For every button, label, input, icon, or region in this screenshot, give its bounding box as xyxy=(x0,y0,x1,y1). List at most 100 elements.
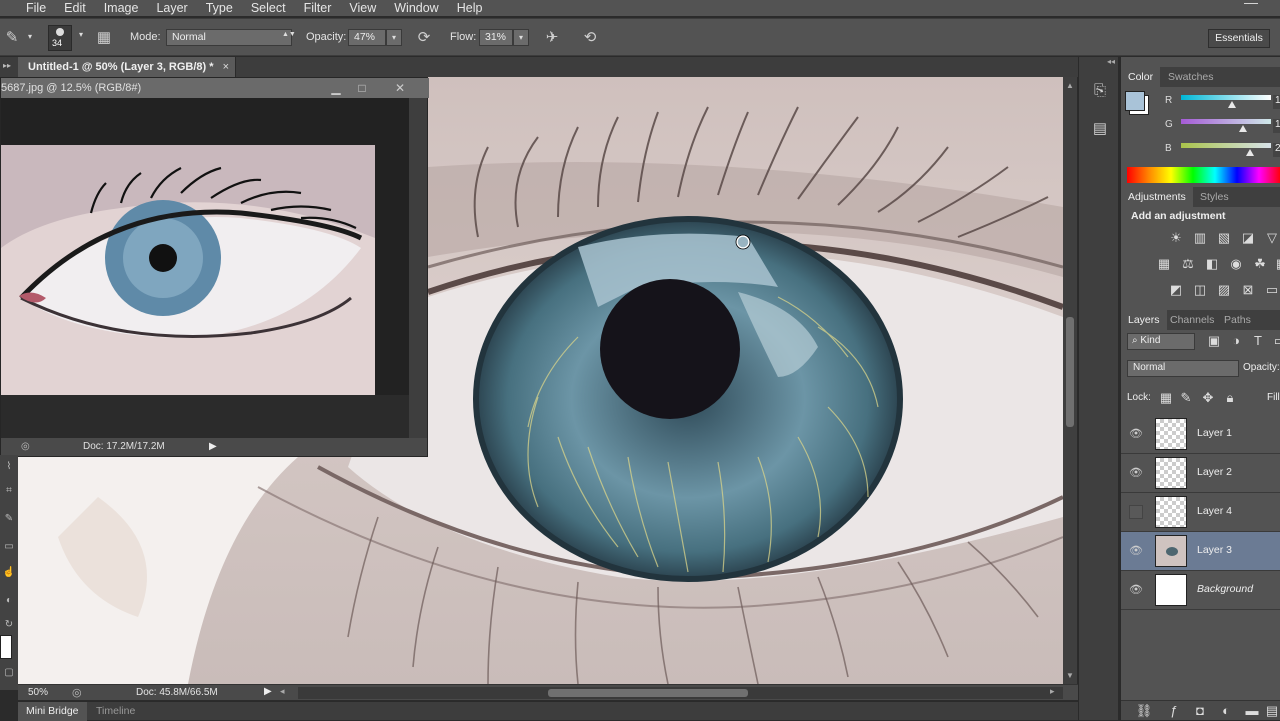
filter-type-icon[interactable]: T xyxy=(1249,332,1267,350)
menu-layer[interactable]: Layer xyxy=(147,0,196,16)
scroll-up-arrow-icon[interactable]: ▲ xyxy=(1063,81,1077,90)
opacity-input[interactable]: 47% xyxy=(348,29,386,46)
window-maximize-icon[interactable]: □ xyxy=(349,78,375,98)
blue-value[interactable]: 2 xyxy=(1273,143,1280,157)
blue-slider-thumb[interactable] xyxy=(1246,149,1254,156)
lock-pixels-icon[interactable]: ✎ xyxy=(1177,389,1195,407)
new-layer-icon[interactable]: ▤ xyxy=(1263,702,1280,720)
foreground-color-swatch[interactable] xyxy=(0,635,12,659)
scroll-right-arrow-icon[interactable]: ▸ xyxy=(1050,686,1055,697)
green-value[interactable]: 1 xyxy=(1273,119,1280,133)
blue-slider[interactable] xyxy=(1181,143,1271,148)
black-white-icon[interactable]: ◧ xyxy=(1203,255,1221,273)
pressure-size-icon[interactable]: ⟲ xyxy=(580,28,600,48)
window-close-icon[interactable]: ✕ xyxy=(387,78,413,98)
vibrance-adjust-icon[interactable]: ▽ xyxy=(1263,229,1280,247)
workspace-switcher[interactable]: Essentials xyxy=(1208,29,1270,48)
menu-help[interactable]: Help xyxy=(448,0,492,16)
color-lookup-icon[interactable]: ▦ xyxy=(1273,255,1280,273)
pressure-opacity-icon[interactable]: ⟳ xyxy=(414,28,434,48)
exposure-adjust-icon[interactable]: ◪ xyxy=(1239,229,1257,247)
layer-row-layer-4[interactable]: Layer 4 xyxy=(1121,493,1280,532)
filter-shape-icon[interactable]: ▭ xyxy=(1271,332,1280,350)
flow-input[interactable]: 31% xyxy=(479,29,513,46)
quick-mask-icon[interactable]: ▢ xyxy=(2,667,16,681)
brush-preset-picker[interactable]: 34 xyxy=(48,25,72,51)
document-tab-close-icon[interactable]: × xyxy=(223,57,229,77)
window-minimize-icon[interactable]: ▁ xyxy=(323,78,349,98)
tab-mini-bridge[interactable]: Mini Bridge xyxy=(18,702,87,721)
expand-panels-icon[interactable]: ◂◂ xyxy=(1107,57,1115,66)
menu-view[interactable]: View xyxy=(340,0,385,16)
scroll-down-arrow-icon[interactable]: ▼ xyxy=(1063,671,1077,680)
invert-icon[interactable]: ◩ xyxy=(1167,281,1185,299)
tab-layers[interactable]: Layers xyxy=(1121,310,1167,330)
color-balance-icon[interactable]: ⚖ xyxy=(1179,255,1197,273)
scroll-thumb[interactable] xyxy=(1066,317,1074,427)
tab-timeline[interactable]: Timeline xyxy=(88,702,143,721)
lock-position-icon[interactable]: ✥ xyxy=(1199,389,1217,407)
canvas-horizontal-scrollbar[interactable] xyxy=(298,687,1063,699)
tab-channels[interactable]: Channels xyxy=(1163,310,1221,330)
menu-select[interactable]: Select xyxy=(242,0,295,16)
document-tab[interactable]: Untitled-1 @ 50% (Layer 3, RGB/8) * × xyxy=(18,57,236,77)
menu-edit[interactable]: Edit xyxy=(55,0,95,16)
blend-mode-select[interactable]: Normal xyxy=(1127,360,1239,377)
hue-saturation-icon[interactable]: ▦ xyxy=(1155,255,1173,273)
opacity-dropdown[interactable]: ▾ xyxy=(386,29,402,46)
posterize-icon[interactable]: ◫ xyxy=(1191,281,1209,299)
status-menu-arrow-icon-main[interactable]: ▶ xyxy=(264,686,272,697)
photo-filter-icon[interactable]: ◉ xyxy=(1227,255,1245,273)
eraser-tool-icon[interactable]: ▭ xyxy=(2,541,16,555)
tab-paths[interactable]: Paths xyxy=(1217,310,1258,330)
red-slider[interactable] xyxy=(1181,95,1271,100)
visibility-eye-icon[interactable]: 👁︎ xyxy=(1129,544,1143,558)
green-slider[interactable] xyxy=(1181,119,1271,124)
visibility-toggle-off[interactable] xyxy=(1129,505,1143,519)
menu-window[interactable]: Window xyxy=(385,0,447,16)
new-adjustment-icon[interactable]: ◐ xyxy=(1217,702,1235,720)
layer-filter-select[interactable]: ⌕ Kind xyxy=(1127,333,1195,350)
status-info-icon-main[interactable]: ◎ xyxy=(72,686,82,699)
selective-color-icon[interactable]: ⊠ xyxy=(1239,281,1257,299)
new-group-icon[interactable]: ▬ xyxy=(1243,702,1261,720)
airbrush-icon[interactable]: ✈ xyxy=(542,28,562,48)
mode-select[interactable]: Normal xyxy=(166,29,292,46)
tab-swatches[interactable]: Swatches xyxy=(1161,67,1221,87)
visibility-eye-icon[interactable]: 👁︎ xyxy=(1129,583,1143,597)
collapse-icon[interactable]: ▸▸ xyxy=(3,61,11,70)
channel-mixer-icon[interactable]: ☘ xyxy=(1251,255,1269,273)
layer-style-fx-icon[interactable]: ƒ xyxy=(1165,702,1183,720)
brush-tool-icon[interactable]: ✎ xyxy=(2,28,22,48)
lasso-tool-icon[interactable]: ⌇ xyxy=(2,461,16,475)
dodge-tool-icon[interactable]: ◐ xyxy=(2,595,16,609)
layer-row-layer-3[interactable]: 👁︎ Layer 3 xyxy=(1121,532,1280,571)
lock-transparency-icon[interactable]: ▦ xyxy=(1157,389,1175,407)
crop-tool-icon[interactable]: ⌗ xyxy=(2,485,16,499)
smudge-tool-icon[interactable]: ☝ xyxy=(2,567,16,581)
canvas-vertical-scrollbar[interactable]: ▲ ▼ xyxy=(1063,77,1077,684)
color-spectrum-ramp[interactable] xyxy=(1127,167,1280,183)
layer-row-layer-1[interactable]: 👁︎ Layer 1 xyxy=(1121,415,1280,454)
visibility-eye-icon[interactable]: 👁︎ xyxy=(1129,427,1143,441)
reference-window-scrollbar[interactable] xyxy=(409,98,427,438)
link-layers-icon[interactable]: ⛓ xyxy=(1135,702,1153,720)
brightness-adjust-icon[interactable]: ☀ xyxy=(1167,229,1185,247)
scroll-left-arrow-icon[interactable]: ◂ xyxy=(280,686,285,697)
levels-adjust-icon[interactable]: ▥ xyxy=(1191,229,1209,247)
reference-window-titlebar[interactable]: 5687.jpg @ 12.5% (RGB/8#) ▁ □ ✕ xyxy=(1,78,429,98)
add-mask-icon[interactable]: ◘ xyxy=(1191,702,1209,720)
filter-image-icon[interactable]: ▣ xyxy=(1205,332,1223,350)
zoom-level[interactable]: 50% xyxy=(28,687,60,699)
rotate-tool-icon[interactable]: ↻ xyxy=(2,619,16,633)
curves-adjust-icon[interactable]: ▧ xyxy=(1215,229,1233,247)
status-info-icon[interactable]: ◎ xyxy=(21,438,30,456)
menu-image[interactable]: Image xyxy=(95,0,148,16)
tab-adjustments[interactable]: Adjustments xyxy=(1121,187,1193,207)
tool-preset-dropdown[interactable]: ▾ xyxy=(22,29,38,46)
hscroll-thumb[interactable] xyxy=(548,689,748,697)
lock-all-icon[interactable]: 🔒︎ xyxy=(1221,389,1239,407)
foreground-color-chip[interactable] xyxy=(1125,91,1145,111)
properties-panel-icon[interactable]: ▤ xyxy=(1088,117,1112,141)
flow-dropdown[interactable]: ▾ xyxy=(513,29,529,46)
